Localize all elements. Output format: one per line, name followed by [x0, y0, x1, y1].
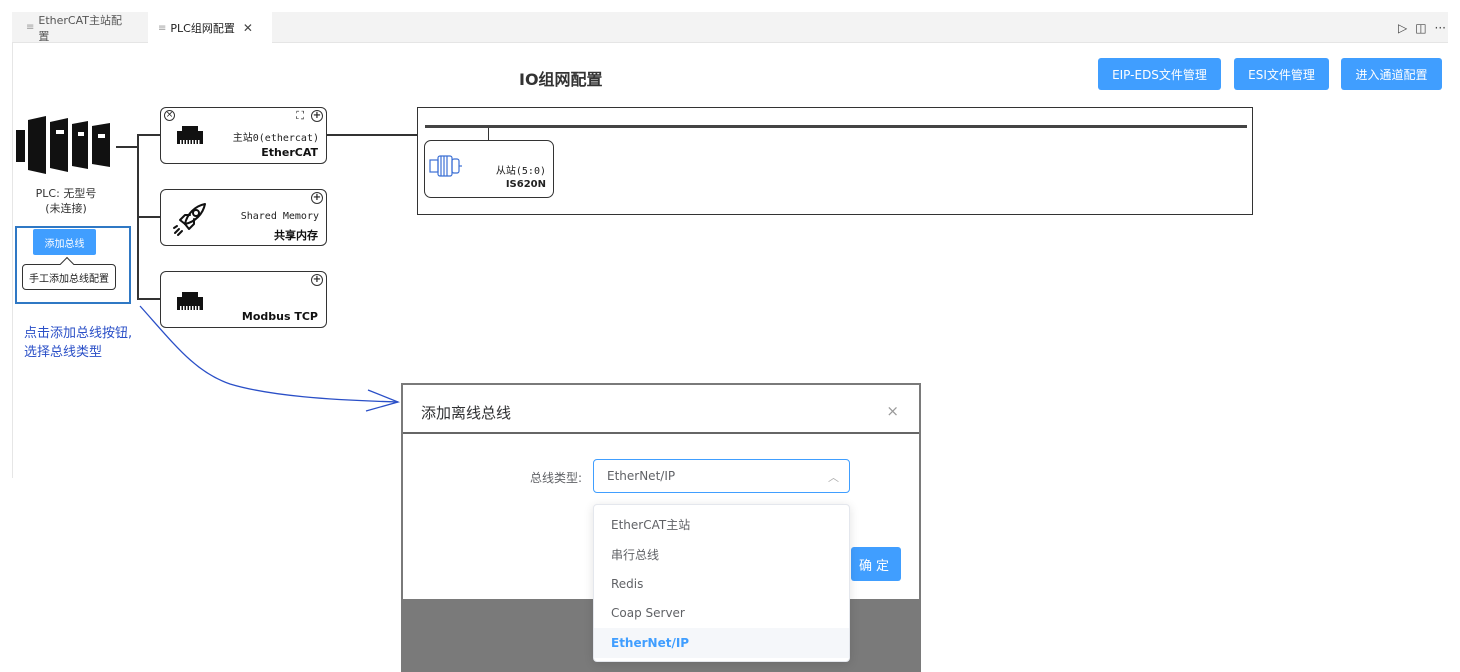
bus-type: 共享内存 — [274, 229, 318, 242]
dropdown-option-ethercat-master[interactable]: EtherCAT主站 — [594, 510, 849, 540]
bus-card-ethercat[interactable]: × ⛶ + 主站0(ethercat) EtherCAT — [160, 107, 327, 164]
panel-border — [12, 43, 13, 478]
split-editor-icon[interactable]: ◫ — [1415, 21, 1426, 35]
remove-icon[interactable]: × — [164, 110, 175, 121]
dropdown-option-redis[interactable]: Redis — [594, 569, 849, 599]
tab-ethercat-master-config[interactable]: ≡ EtherCAT主站配置 — [16, 12, 140, 43]
expand-icon[interactable]: ⛶ — [296, 110, 304, 122]
dropdown-option-ethernet-ip[interactable]: EtherNet/IP — [594, 628, 849, 658]
dialog-title: 添加离线总线 — [421, 404, 512, 422]
rocket-icon — [173, 203, 206, 236]
annotation-text: 点击添加总线按钮, 选择总线类型 — [24, 324, 132, 362]
bus-type-dropdown: EtherCAT主站 串行总线 Redis Coap Server EtherN… — [593, 504, 850, 662]
annotation-line: 选择总线类型 — [24, 345, 103, 360]
add-bus-tooltip: 手工添加总线配置 — [22, 264, 116, 290]
tab-label: PLC组网配置 — [170, 22, 235, 35]
bus-card-modbus-tcp[interactable]: + Modbus TCP — [160, 271, 327, 328]
select-value: EtherNet/IP — [607, 469, 676, 483]
plc-icon[interactable] — [16, 116, 112, 174]
dropdown-option-serial-bus[interactable]: 串行总线 — [594, 540, 849, 570]
confirm-button[interactable]: 确定 — [851, 547, 901, 581]
slave-model: IS620N — [505, 179, 546, 190]
annotation-line: 点击添加总线按钮, — [24, 326, 133, 341]
slave-device-card[interactable]: 从站(5:0) IS620N — [424, 140, 554, 198]
plc-model: PLC: 无型号 — [35, 187, 97, 200]
add-icon[interactable]: + — [311, 192, 323, 204]
bus-type: EtherCAT — [261, 146, 318, 159]
connector-line — [327, 134, 417, 136]
document-icon: ≡ — [26, 22, 35, 33]
connector-line — [137, 298, 160, 300]
editor-tab-bar: ≡ EtherCAT主站配置 ≡ PLC组网配置 ✕ ▷ ◫ ··· — [12, 12, 1448, 44]
close-icon[interactable]: × — [886, 402, 899, 420]
tab-actions: ▷ ◫ ··· — [1398, 12, 1446, 43]
bus-type-select[interactable]: EtherNet/IP ︿ — [593, 459, 850, 493]
eip-eds-file-manage-button[interactable]: EIP-EDS文件管理 — [1098, 58, 1221, 90]
servo-drive-icon — [429, 155, 462, 177]
bus-name: Shared Memory — [240, 211, 319, 222]
bus-type-label: 总线类型: — [530, 471, 583, 485]
bus-line — [425, 125, 1247, 128]
ethercat-topology-panel: 从站(5:0) IS620N — [417, 107, 1253, 215]
document-icon: ≡ — [158, 22, 167, 34]
enter-channel-config-button[interactable]: 进入通道配置 — [1341, 58, 1442, 90]
add-icon[interactable]: + — [311, 274, 323, 286]
run-icon[interactable]: ▷ — [1398, 21, 1407, 35]
tab-plc-network-config[interactable]: ≡ PLC组网配置 ✕ — [148, 12, 272, 44]
ethernet-port-icon — [177, 292, 203, 310]
ethernet-port-icon — [177, 126, 203, 144]
bus-card-shared-memory[interactable]: + Shared Memory 共享内存 — [160, 189, 327, 246]
plc-label: PLC: 无型号 (未连接) — [22, 186, 110, 216]
page-title: IO组网配置 — [519, 70, 603, 89]
add-bus-button[interactable]: 添加总线 — [33, 229, 96, 255]
divider — [403, 432, 919, 434]
bus-name: 主站0(ethercat) — [232, 133, 319, 144]
connector-line — [116, 146, 138, 148]
bus-type: Modbus TCP — [241, 310, 318, 323]
close-tab-icon[interactable]: ✕ — [243, 21, 253, 35]
tab-label: EtherCAT主站配置 — [38, 13, 122, 43]
connector-line — [137, 216, 160, 218]
esi-file-manage-button[interactable]: ESI文件管理 — [1234, 58, 1329, 90]
connector-line — [137, 134, 160, 136]
more-actions-icon[interactable]: ··· — [1435, 21, 1446, 35]
slave-name: 从站(5:0) — [495, 166, 546, 177]
plc-status: (未连接) — [45, 202, 87, 215]
add-icon[interactable]: + — [311, 110, 323, 122]
connector-line — [488, 128, 489, 140]
chevron-up-icon[interactable]: ︿ — [828, 469, 839, 485]
dropdown-option-coap-server[interactable]: Coap Server — [594, 599, 849, 629]
